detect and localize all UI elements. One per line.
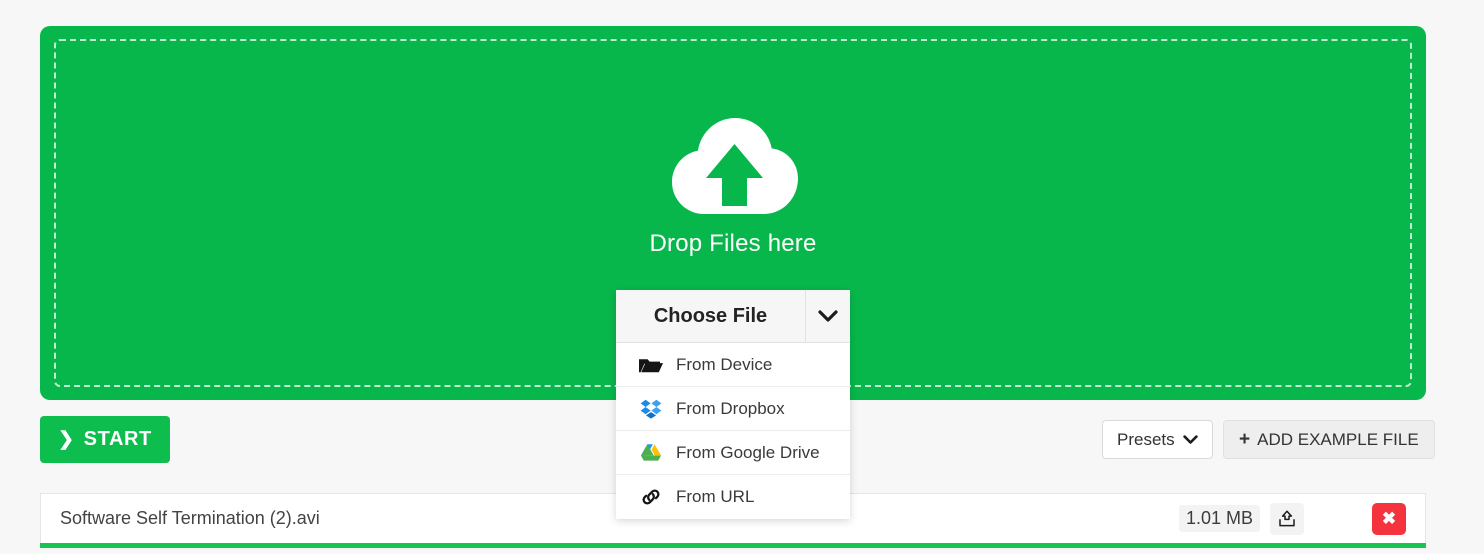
menu-item-label: From Device: [676, 354, 773, 374]
choose-file-caret-button[interactable]: [805, 290, 850, 342]
dropzone-label: Drop Files here: [649, 230, 817, 257]
presets-button-label: Presets: [1117, 429, 1175, 449]
file-size: 1.01 MB: [1178, 505, 1260, 532]
folder-open-icon: [638, 354, 664, 376]
link-icon: [638, 486, 664, 508]
dropbox-icon: [638, 398, 664, 420]
cloud-upload-icon: [672, 118, 798, 214]
menu-item-from-device[interactable]: From Device: [616, 343, 850, 387]
plus-icon: +: [1239, 429, 1251, 450]
choose-file-button-label: Choose File: [653, 304, 768, 327]
chevron-down-icon: [1182, 434, 1198, 444]
chevron-right-icon: ❯: [58, 429, 75, 450]
choose-file-button[interactable]: Choose File: [616, 290, 850, 343]
menu-item-label: From Google Drive: [676, 442, 820, 462]
upload-progress-fill: [40, 543, 1426, 548]
remove-file-button[interactable]: ✖: [1372, 502, 1406, 535]
menu-item-label: From Dropbox: [676, 398, 785, 418]
menu-item-label: From URL: [676, 487, 755, 506]
google-drive-icon: [638, 442, 664, 464]
start-button[interactable]: ❯ START: [40, 416, 170, 463]
menu-item-from-google-drive[interactable]: From Google Drive: [616, 431, 850, 475]
chevron-down-icon: [818, 309, 838, 322]
menu-item-from-url[interactable]: From URL: [616, 475, 850, 519]
menu-item-from-dropbox[interactable]: From Dropbox: [616, 387, 850, 431]
presets-button[interactable]: Presets: [1102, 420, 1213, 459]
upload-progress-track: [40, 543, 1426, 548]
upload-tray-icon: [1279, 510, 1295, 526]
start-button-label: START: [83, 428, 152, 450]
choose-file-dropdown: Choose File From Device From Dropbox Fro…: [616, 290, 850, 519]
add-example-file-button[interactable]: + ADD EXAMPLE FILE: [1223, 420, 1435, 459]
dropzone-content: Drop Files here: [40, 110, 1426, 256]
file-export-button[interactable]: [1270, 502, 1304, 535]
add-example-file-label: ADD EXAMPLE FILE: [1257, 429, 1419, 449]
